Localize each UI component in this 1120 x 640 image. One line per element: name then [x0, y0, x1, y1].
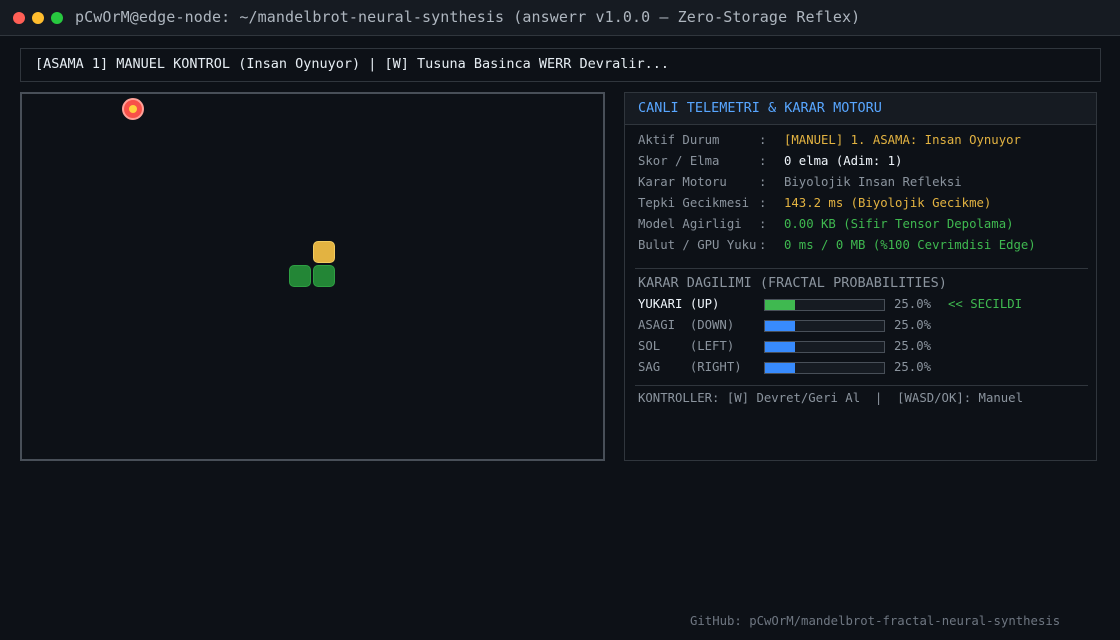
- decision-label: SAG (RIGHT): [638, 360, 742, 374]
- probability-fill: [765, 300, 795, 310]
- title-bar: pCwOrM@edge-node: ~/mandelbrot-neural-sy…: [0, 0, 1120, 36]
- snake-body-segment: [313, 265, 335, 287]
- telemetry-separator: :: [759, 133, 767, 147]
- probability-bar: [764, 362, 885, 374]
- telemetry-label: Aktif Durum: [638, 133, 720, 147]
- telemetry-separator: :: [759, 238, 767, 252]
- telemetry-row-score: Skor / Elma : 0 elma (Adim: 1): [638, 154, 1036, 175]
- telemetry-separator: :: [759, 196, 767, 210]
- telemetry-title: CANLI TELEMETRI & KARAR MOTORU: [625, 93, 1096, 125]
- telemetry-row-latency: Tepki Gecikmesi : 143.2 ms (Biyolojik Ge…: [638, 196, 1036, 217]
- telemetry-label: Bulut / GPU Yuku: [638, 238, 757, 252]
- apple-core: [129, 105, 137, 113]
- snake-body-segment: [289, 265, 311, 287]
- window-title: pCwOrM@edge-node: ~/mandelbrot-neural-sy…: [75, 8, 861, 26]
- telemetry-row-active-state: Aktif Durum : [MANUEL] 1. ASAMA: Insan O…: [638, 133, 1036, 154]
- probability-fill: [765, 342, 795, 352]
- github-link[interactable]: GitHub: pCwOrM/mandelbrot-fractal-neural…: [690, 614, 1060, 628]
- telemetry-label: Karar Motoru: [638, 175, 727, 189]
- telemetry-value: 0 ms / 0 MB (%100 Cevrimdisi Edge): [784, 238, 1036, 252]
- decision-row-right: SAG (RIGHT) 25.0%: [638, 358, 1088, 379]
- probability-fill: [765, 321, 795, 331]
- telemetry-panel: CANLI TELEMETRI & KARAR MOTORU Aktif Dur…: [624, 92, 1097, 461]
- telemetry-value: 143.2 ms (Biyolojik Gecikme): [784, 196, 992, 210]
- decision-label: ASAGI (DOWN): [638, 318, 735, 332]
- telemetry-label: Skor / Elma: [638, 154, 720, 168]
- controls-hint: KONTROLLER: [W] Devret/Geri Al | [WASD/O…: [638, 391, 1023, 405]
- stage-banner: [ASAMA 1] MANUEL KONTROL (Insan Oynuyor)…: [20, 48, 1101, 82]
- probability-bar: [764, 341, 885, 353]
- snake-head: [313, 241, 335, 263]
- decision-label: SOL (LEFT): [638, 339, 735, 353]
- telemetry-value: [MANUEL] 1. ASAMA: Insan Oynuyor: [784, 133, 1021, 147]
- decision-row-down: ASAGI (DOWN) 25.0%: [638, 316, 1088, 337]
- telemetry-separator: :: [759, 175, 767, 189]
- probability-value: 25.0%: [894, 297, 932, 311]
- decision-title: KARAR DAGILIMI (FRACTAL PROBABILITIES): [638, 275, 947, 291]
- selected-marker: << SECILDI: [948, 297, 1023, 311]
- close-window-button[interactable]: [13, 12, 25, 24]
- telemetry-label: Model Agirligi: [638, 217, 742, 231]
- telemetry-label: Tepki Gecikmesi: [638, 196, 750, 210]
- telemetry-value: 0 elma (Adim: 1): [784, 154, 903, 168]
- telemetry-rows: Aktif Durum : [MANUEL] 1. ASAMA: Insan O…: [638, 133, 1036, 259]
- probability-value: 25.0%: [894, 339, 932, 353]
- telemetry-value: 0.00 KB (Sifir Tensor Depolama): [784, 217, 1014, 231]
- telemetry-separator: :: [759, 154, 767, 168]
- apple-icon: [122, 98, 144, 120]
- probability-bar: [764, 299, 885, 311]
- telemetry-row-cloud-load: Bulut / GPU Yuku : 0 ms / 0 MB (%100 Cev…: [638, 238, 1036, 259]
- minimize-window-button[interactable]: [32, 12, 44, 24]
- telemetry-separator: :: [759, 217, 767, 231]
- probability-fill: [765, 363, 795, 373]
- telemetry-row-decision-engine: Karar Motoru : Biyolojik Insan Refleksi: [638, 175, 1036, 196]
- telemetry-value: Biyolojik Insan Refleksi: [784, 175, 962, 189]
- section-divider: [635, 385, 1088, 386]
- probability-value: 25.0%: [894, 318, 932, 332]
- maximize-window-button[interactable]: [51, 12, 63, 24]
- telemetry-row-model-weight: Model Agirligi : 0.00 KB (Sifir Tensor D…: [638, 217, 1036, 238]
- decision-label: YUKARI (UP): [638, 297, 720, 311]
- decision-row-up: YUKARI (UP) 25.0% << SECILDI: [638, 295, 1088, 316]
- probability-bar: [764, 320, 885, 332]
- probability-value: 25.0%: [894, 360, 932, 374]
- section-divider: [635, 268, 1088, 269]
- game-board[interactable]: [20, 92, 605, 461]
- decision-row-left: SOL (LEFT) 25.0%: [638, 337, 1088, 358]
